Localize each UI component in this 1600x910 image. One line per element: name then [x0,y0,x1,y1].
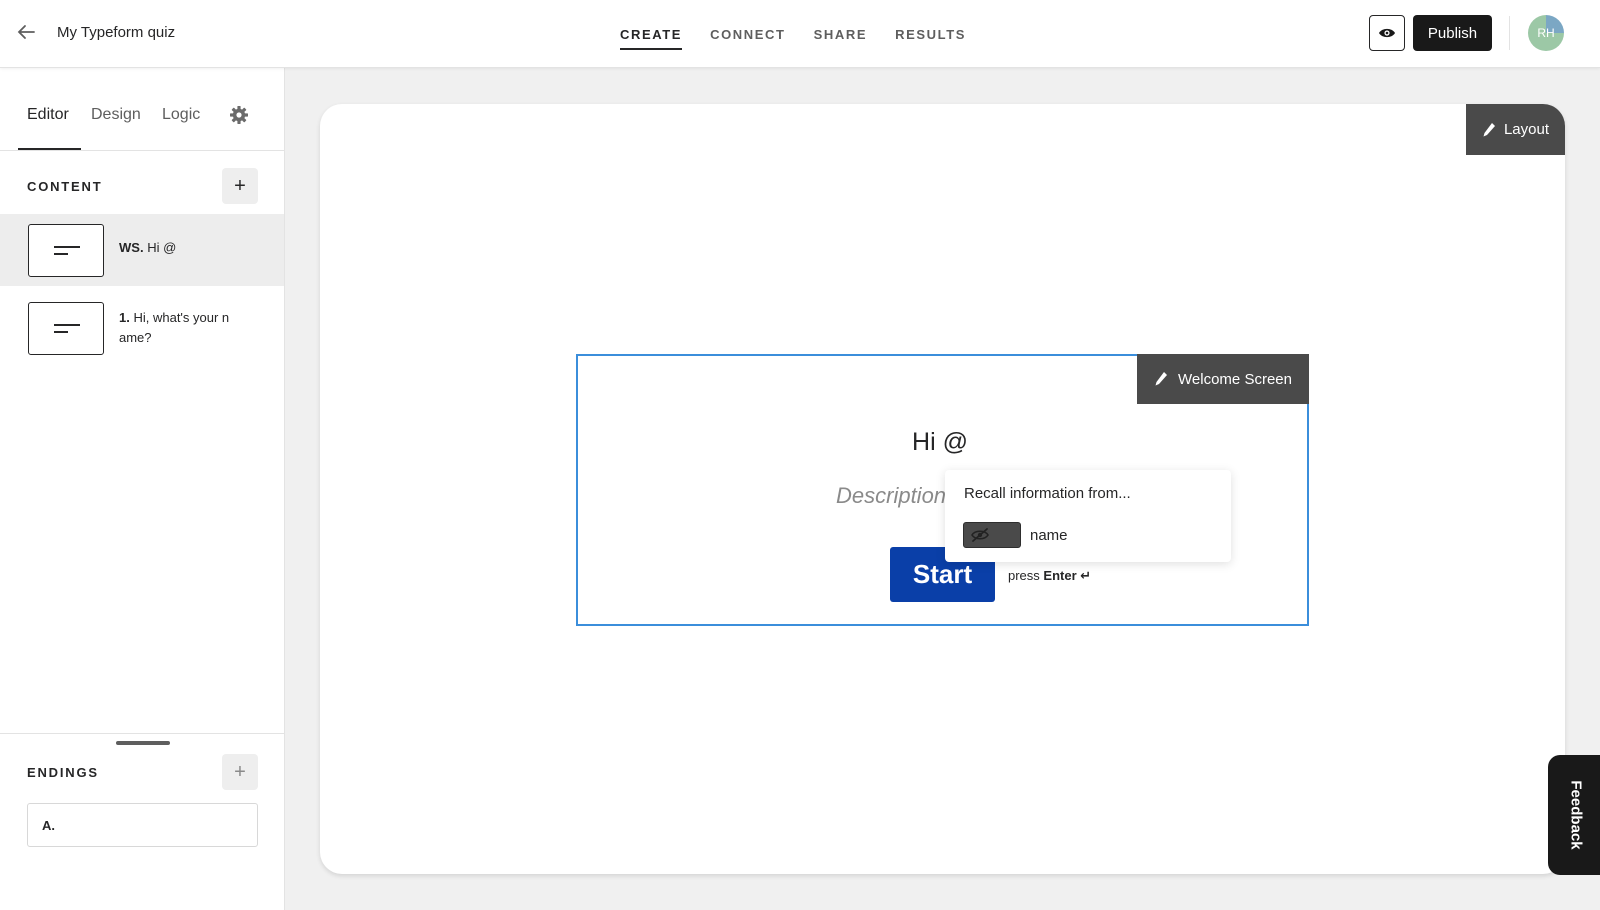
sidebar-tabs: Editor Design Logic [0,68,284,151]
tab-design[interactable]: Design [91,106,141,124]
preview-button[interactable] [1369,15,1405,51]
layout-button[interactable]: Layout [1466,104,1565,155]
avatar[interactable]: RH [1528,15,1564,51]
resize-handle[interactable] [116,741,170,745]
plus-icon: + [234,174,246,197]
pencil-icon [1483,122,1495,136]
eye-off-icon [971,528,989,542]
back-arrow-icon[interactable] [14,20,38,44]
tab-connect[interactable]: CONNECT [696,0,799,68]
question-item-ws[interactable]: WS. Hi @ [0,214,284,286]
add-content-button[interactable]: + [222,168,258,204]
recall-item-label: name [1030,527,1068,544]
active-tab-indicator [18,148,81,150]
layout-label: Layout [1503,121,1550,138]
question-label: WS. Hi @ [119,240,177,255]
endings-divider [0,733,284,734]
recall-popup: Recall information from... name [945,470,1231,562]
top-bar: My Typeform quiz CREATE CONNECT SHARE RE… [0,0,1600,68]
feedback-label: Feedback [1567,780,1585,850]
press-enter-hint: press Enter ↵ [1008,568,1092,583]
main-nav: CREATE CONNECT SHARE RESULTS [606,0,980,68]
publish-button[interactable]: Publish [1413,15,1492,51]
tab-create[interactable]: CREATE [606,0,696,68]
plus-icon: + [234,760,246,783]
content-heading: CONTENT [27,179,103,194]
sidebar: Editor Design Logic CONTENT + WS. Hi @ 1… [0,68,285,910]
welcome-description-input[interactable]: Description [836,483,946,509]
welcome-title-input[interactable]: Hi @ [880,428,1000,457]
question-thumbnail [28,302,104,355]
tab-share[interactable]: SHARE [800,0,882,68]
recall-title: Recall information from... [964,485,1131,502]
question-label: 1. Hi, what's your n ame? [119,310,230,345]
form-title[interactable]: My Typeform quiz [57,24,175,41]
gear-icon[interactable] [229,105,249,125]
question-thumbnail [28,224,104,277]
add-ending-button[interactable]: + [222,754,258,790]
pencil-icon [1155,372,1168,386]
ending-item-a[interactable]: A. [27,803,258,847]
tab-logic[interactable]: Logic [162,106,200,124]
tab-editor[interactable]: Editor [27,106,69,124]
header-divider [1509,16,1510,50]
tab-results[interactable]: RESULTS [881,0,980,68]
feedback-tab[interactable]: Feedback [1548,755,1600,875]
recall-chip [963,522,1021,548]
endings-heading: ENDINGS [27,765,99,780]
welcome-screen-label[interactable]: Welcome Screen [1137,354,1309,404]
recall-item-name[interactable]: name [963,522,1213,550]
eye-icon [1379,28,1395,38]
question-item-1[interactable]: 1. Hi, what's your n ame? [0,292,284,364]
